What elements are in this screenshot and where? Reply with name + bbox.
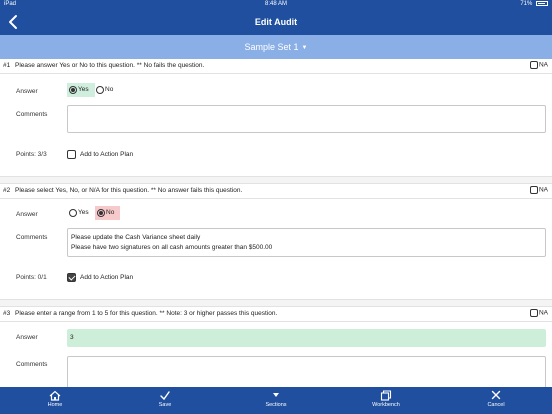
home-icon [49, 390, 61, 401]
comments-textarea[interactable]: Please update the Cash Variance sheet da… [67, 228, 546, 257]
divider [0, 198, 552, 199]
question-number: #3 [3, 310, 11, 317]
comments-label: Comments [16, 361, 48, 368]
answer-range-input[interactable]: 3 [67, 329, 546, 347]
question-number: #1 [3, 62, 11, 69]
radio-no-label: No [105, 86, 114, 93]
answer-radio-group: Yes No [67, 83, 127, 97]
close-icon [491, 390, 501, 400]
question-2: #2 Please select Yes, No, or N/A for thi… [0, 184, 552, 300]
question-text: Please select Yes, No, or N/A for this q… [15, 187, 243, 194]
comments-textarea[interactable] [67, 105, 546, 133]
action-plan-label: Add to Action Plan [80, 151, 134, 158]
sections-label: Sections [265, 402, 287, 408]
add-to-action-plan[interactable]: Add to Action Plan [67, 273, 133, 282]
radio-no[interactable]: No [94, 83, 118, 97]
workbench-icon [380, 390, 392, 401]
sections-button[interactable]: Sections [236, 387, 316, 414]
bottom-toolbar: Home Save Sections Workbench Cancel [0, 387, 552, 414]
na-label: NA [538, 186, 548, 194]
na-box[interactable] [529, 61, 538, 69]
battery-status: 71% [520, 1, 548, 7]
save-label: Save [158, 402, 172, 408]
caret-down-icon: ▼ [301, 44, 308, 51]
battery-percent: 71% [520, 1, 533, 8]
home-label: Home [47, 402, 63, 408]
action-plan-label: Add to Action Plan [80, 274, 134, 281]
points-label: Points: 3/3 [16, 151, 47, 158]
question-1: #1 Please answer Yes or No to this quest… [0, 59, 552, 177]
na-checkbox[interactable]: NA [529, 309, 548, 317]
question-number: #2 [3, 187, 11, 194]
question-header: #1 Please answer Yes or No to this quest… [0, 59, 552, 73]
clock-label: 8:48 AM [264, 1, 287, 7]
page-title: Edit Audit [254, 17, 298, 27]
na-label: NA [538, 309, 548, 317]
radio-yes[interactable]: Yes [67, 83, 95, 97]
radio-no-label: No [106, 209, 115, 216]
comments-label: Comments [16, 234, 48, 241]
radio-no-circle[interactable] [97, 209, 105, 217]
question-header: #3 Please enter a range from 1 to 5 for … [0, 307, 552, 321]
radio-yes-circle[interactable] [69, 86, 77, 94]
na-box[interactable] [529, 309, 538, 317]
checkmark-icon [160, 391, 170, 401]
comment-line: Please have two signatures on all cash a… [71, 244, 273, 251]
add-to-action-plan[interactable]: Add to Action Plan [67, 150, 133, 159]
save-button[interactable]: Save [125, 387, 205, 414]
workbench-button[interactable]: Workbench [346, 387, 426, 414]
answer-radio-group: Yes No [67, 206, 127, 220]
comments-label: Comments [16, 111, 48, 118]
question-separator [0, 176, 552, 184]
battery-icon [536, 1, 548, 6]
radio-yes[interactable]: Yes [67, 206, 95, 220]
na-label: NA [538, 61, 548, 69]
home-button[interactable]: Home [15, 387, 95, 414]
radio-yes-label: Yes [78, 86, 89, 93]
nav-bar: Edit Audit [0, 10, 552, 35]
sample-set-selector[interactable]: Sample Set 1 ▼ [0, 35, 552, 59]
action-plan-checkbox[interactable] [67, 273, 76, 282]
status-bar: iPad 8:48 AM 71% [0, 0, 552, 10]
radio-no[interactable]: No [95, 206, 120, 220]
cancel-label: Cancel [487, 402, 505, 408]
question-text: Please answer Yes or No to this question… [15, 62, 205, 69]
radio-no-circle[interactable] [96, 86, 104, 94]
question-3: #3 Please enter a range from 1 to 5 for … [0, 307, 552, 387]
answer-label: Answer [16, 211, 38, 218]
divider [0, 321, 552, 322]
comments-textarea[interactable] [67, 356, 546, 387]
action-plan-checkbox[interactable] [67, 150, 76, 159]
question-text: Please enter a range from 1 to 5 for thi… [15, 310, 278, 317]
na-checkbox[interactable]: NA [529, 186, 548, 194]
points-label: Points: 0/1 [16, 274, 47, 281]
caret-down-icon [273, 393, 279, 397]
audit-questions: #1 Please answer Yes or No to this quest… [0, 59, 552, 387]
workbench-label: Workbench [372, 402, 400, 408]
cancel-button[interactable]: Cancel [456, 387, 536, 414]
comment-line: Please update the Cash Variance sheet da… [71, 234, 201, 241]
divider [0, 73, 552, 74]
sample-set-label: Sample Set 1 [244, 42, 299, 52]
question-header: #2 Please select Yes, No, or N/A for thi… [0, 184, 552, 198]
answer-label: Answer [16, 88, 38, 95]
answer-label: Answer [16, 334, 38, 341]
radio-yes-circle[interactable] [69, 209, 77, 217]
na-checkbox[interactable]: NA [529, 61, 548, 69]
na-box[interactable] [529, 186, 538, 194]
question-separator [0, 299, 552, 307]
radio-yes-label: Yes [78, 209, 89, 216]
